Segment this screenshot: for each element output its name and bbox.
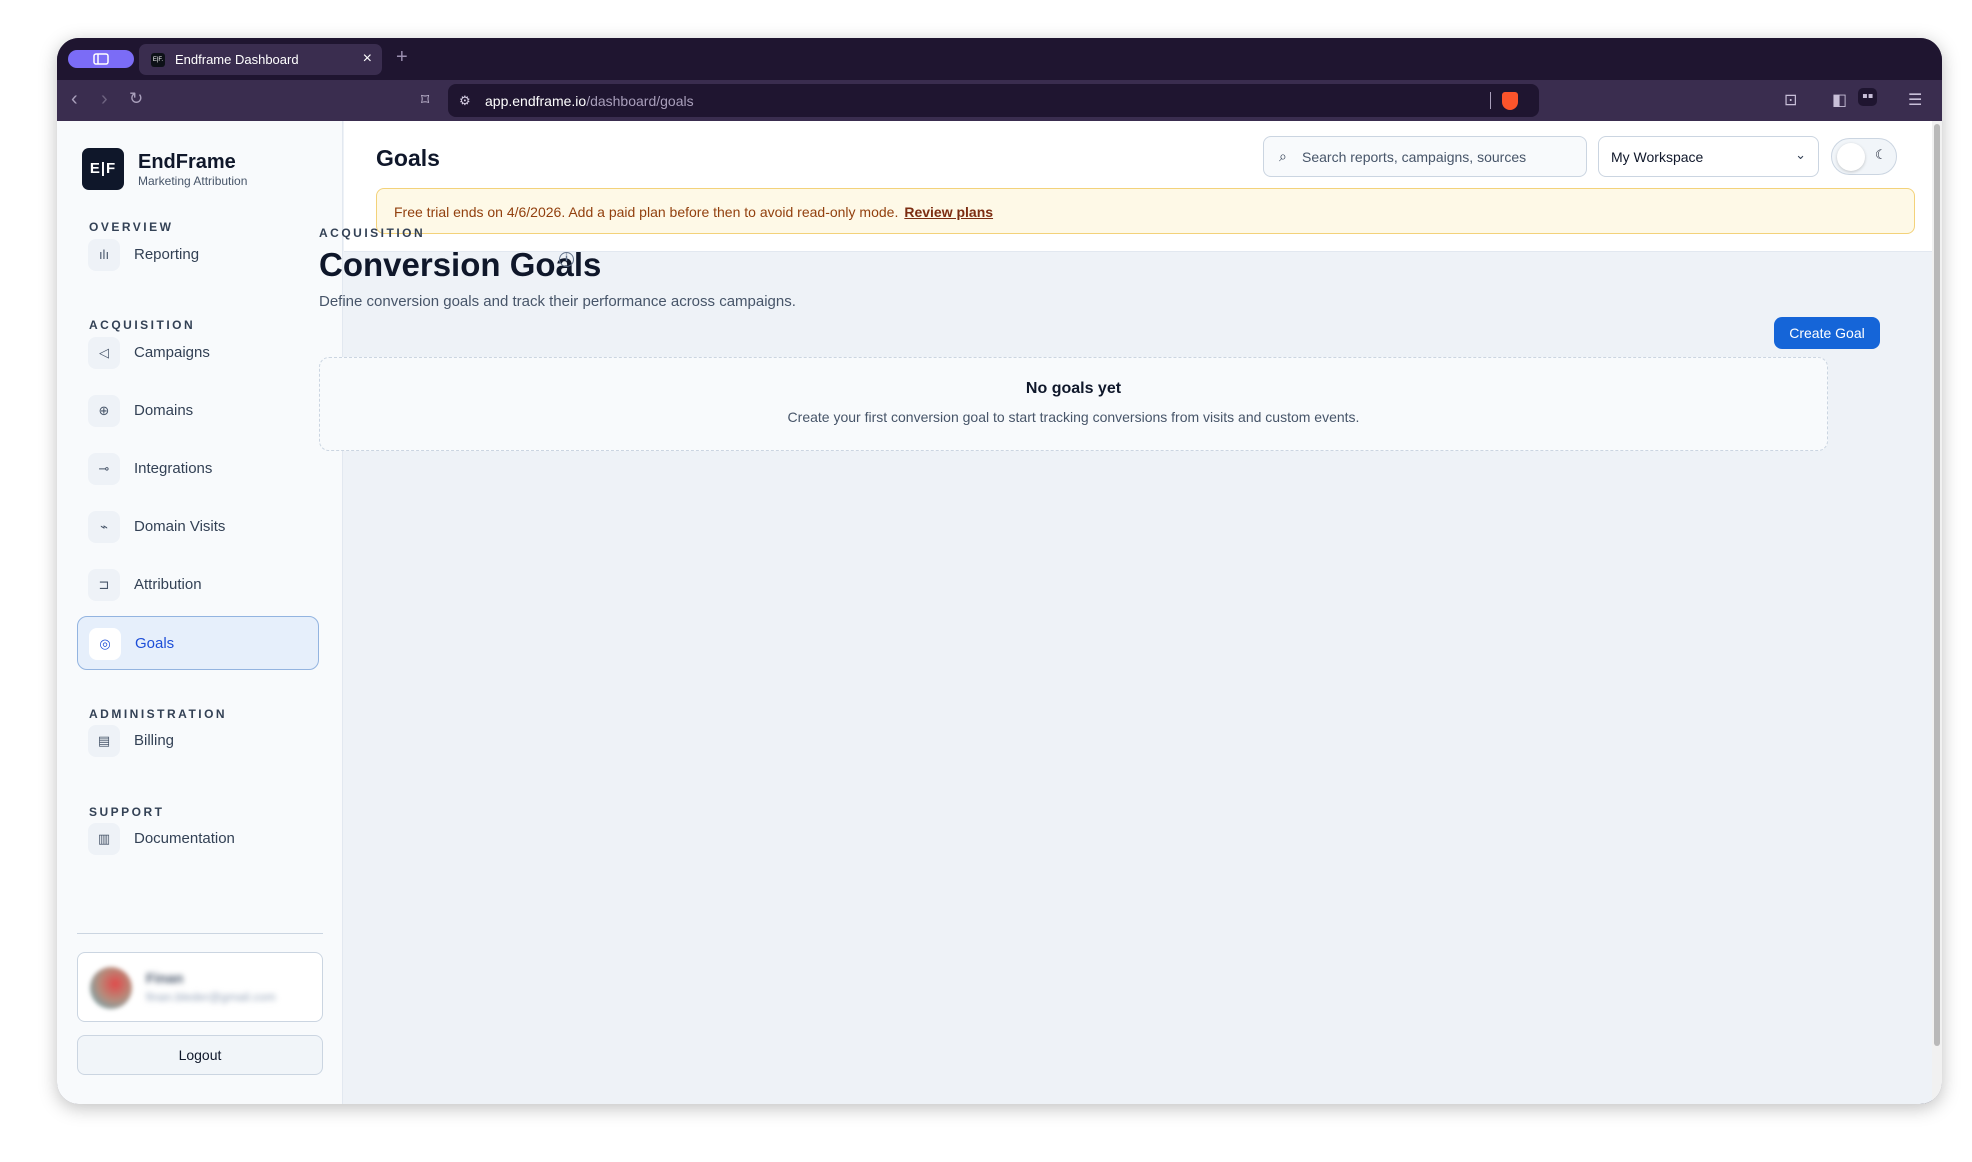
info-icon[interactable]: i <box>559 252 574 267</box>
forward-icon[interactable]: › <box>101 88 108 110</box>
search-input[interactable]: ⌕ Search reports, campaigns, sources <box>1263 136 1587 177</box>
empty-state-description: Create your first conversion goal to sta… <box>787 409 1360 425</box>
activity-icon: ⌁ <box>88 511 120 543</box>
screenshot-icon[interactable]: ⊡ <box>1784 90 1797 110</box>
plug-icon: ⊸ <box>88 453 120 485</box>
sidebar-item-label: Domains <box>134 402 194 419</box>
brand-name: EndFrame <box>138 151 236 173</box>
back-icon[interactable]: ‹ <box>71 88 78 110</box>
sidebar-item-domains[interactable]: ⊕ Domains <box>77 384 319 438</box>
review-plans-link[interactable]: Review plans <box>904 204 993 220</box>
user-name: Finan <box>146 970 184 986</box>
sidebar-toggle-icon[interactable]: ◧ <box>1832 90 1847 110</box>
new-tab-icon[interactable]: + <box>396 46 408 69</box>
workspace-select[interactable]: My Workspace ⌄ <box>1598 136 1819 177</box>
url-separator <box>1490 92 1491 109</box>
browser-window: E|F. Endframe Dashboard × + ‹ › ↻ ⌑ ⚙ ap… <box>57 38 1942 1104</box>
trial-banner: Free trial ends on 4/6/2026. Add a paid … <box>376 188 1915 234</box>
reload-icon[interactable]: ↻ <box>129 88 143 110</box>
browser-tab-active[interactable]: E|F. Endframe Dashboard × <box>139 44 382 75</box>
url-text: app.endframe.io/dashboard/goals <box>485 93 694 109</box>
sidebar-item-campaigns[interactable]: ◁ Campaigns <box>77 326 319 380</box>
globe-icon: ⊕ <box>88 395 120 427</box>
megaphone-icon: ◁ <box>88 337 120 369</box>
chevron-down-icon: ⌄ <box>1795 147 1806 162</box>
browser-toolbar: ‹ › ↻ ⌑ ⚙ app.endframe.io/dashboard/goal… <box>57 80 1942 121</box>
content-subtitle: Define conversion goals and track their … <box>319 293 796 310</box>
sidebar-item-label: Reporting <box>134 246 200 263</box>
tab-overview-button[interactable] <box>68 50 134 68</box>
sidebar-item-label: Billing <box>134 732 175 749</box>
close-tab-icon[interactable]: × <box>363 50 372 68</box>
tab-title: Endframe Dashboard <box>175 52 299 67</box>
sidebar-item-label: Integrations <box>134 460 213 477</box>
create-goal-button[interactable]: Create Goal <box>1774 317 1880 349</box>
sidebar-divider <box>77 933 323 934</box>
sidebar-item-attribution[interactable]: ⊐ Attribution <box>77 558 319 612</box>
search-placeholder: Search reports, campaigns, sources <box>1302 149 1527 165</box>
sidebar: E|F EndFrame Marketing Attribution OVERV… <box>57 121 343 1104</box>
favicon-icon: E|F. <box>151 53 165 67</box>
site-settings-icon[interactable]: ⚙ <box>459 93 471 109</box>
receipt-icon: ▤ <box>88 725 120 757</box>
theme-toggle[interactable]: ☾ <box>1831 138 1897 175</box>
bookmark-icon[interactable]: ⌑ <box>421 90 429 110</box>
sidebar-item-label: Documentation <box>134 830 235 847</box>
wallet-icon[interactable]: ▪▪ <box>1858 88 1878 106</box>
brand-logo[interactable]: E|F <box>82 148 124 190</box>
workspace-value: My Workspace <box>1611 149 1704 165</box>
document-icon: ▥ <box>88 823 120 855</box>
search-icon: ⌕ <box>1279 148 1287 164</box>
moon-icon: ☾ <box>1875 147 1887 162</box>
content-title: Conversion Goals <box>319 246 602 283</box>
page-header: Goals ⌕ Search reports, campaigns, sourc… <box>344 121 1942 252</box>
banner-text: Free trial ends on 4/6/2026. Add a paid … <box>394 204 993 220</box>
logout-button[interactable]: Logout <box>77 1035 323 1075</box>
banner-message: Free trial ends on 4/6/2026. Add a paid … <box>394 204 899 220</box>
url-host: app.endframe.io <box>485 93 587 109</box>
sidebar-item-domain-visits[interactable]: ⌁ Domain Visits <box>77 500 319 554</box>
split-icon: ⊐ <box>88 569 120 601</box>
tab-strip: E|F. Endframe Dashboard × + <box>57 38 1942 80</box>
user-email: finan.bleder@gmail.com <box>146 990 276 1004</box>
brand-tagline: Marketing Attribution <box>138 174 248 188</box>
scrollbar-thumb[interactable] <box>1934 124 1940 1046</box>
sidebar-item-documentation[interactable]: ▥ Documentation <box>77 812 319 866</box>
empty-state-title: No goals yet <box>1025 380 1122 397</box>
empty-state: No goals yet Create your first conversio… <box>319 357 1828 451</box>
sidebar-item-label: Attribution <box>134 576 202 593</box>
sidebar-item-label: Campaigns <box>134 344 210 361</box>
bar-chart-icon: ılı <box>88 239 120 271</box>
sidebar-item-label: Domain Visits <box>134 518 226 535</box>
sidebar-item-billing[interactable]: ▤ Billing <box>77 714 319 768</box>
toggle-knob <box>1837 143 1865 171</box>
address-bar[interactable]: ⚙ app.endframe.io/dashboard/goals <box>448 84 1539 117</box>
page-title: Goals <box>376 145 440 171</box>
user-card[interactable]: Finan finan.bleder@gmail.com <box>77 952 323 1022</box>
url-path: /dashboard/goals <box>586 93 694 109</box>
tabs-icon <box>93 53 109 65</box>
section-eyebrow: ACQUISITION <box>319 226 426 240</box>
menu-icon[interactable]: ☰ <box>1908 90 1922 110</box>
sidebar-item-label: Goals <box>135 635 175 652</box>
avatar <box>90 967 132 1009</box>
sidebar-item-goals[interactable]: ◎ Goals <box>77 616 319 670</box>
brave-shield-icon[interactable] <box>1502 92 1518 110</box>
target-icon: ◎ <box>89 628 121 660</box>
sidebar-item-integrations[interactable]: ⊸ Integrations <box>77 442 319 496</box>
sidebar-item-reporting[interactable]: ılı Reporting <box>77 228 319 282</box>
